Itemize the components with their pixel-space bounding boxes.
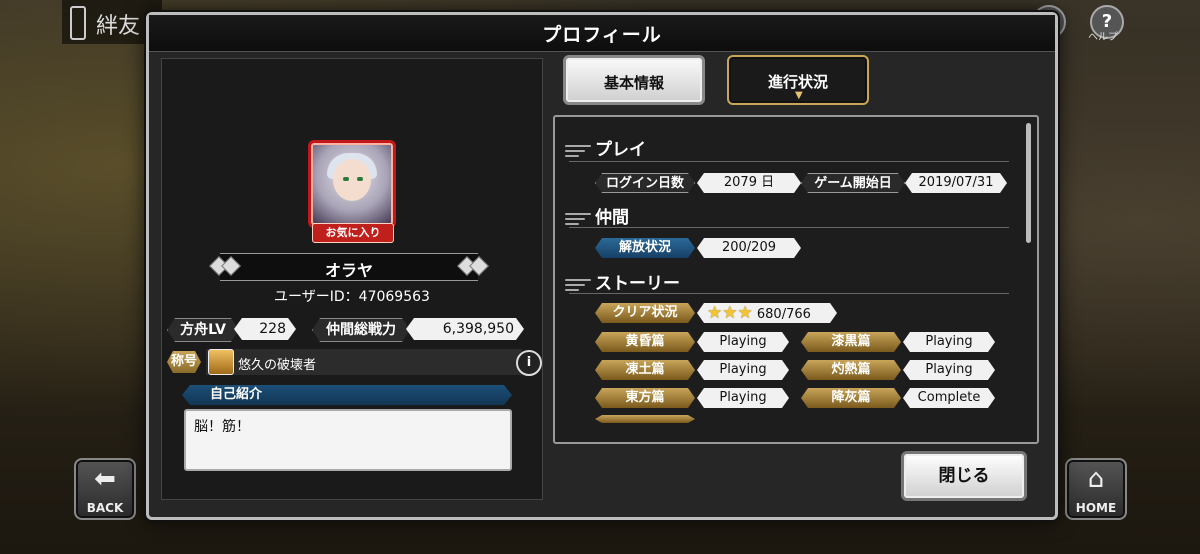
tab-progress[interactable]: 進行状況 ▼ <box>727 55 869 105</box>
modal-title: プロフィール <box>542 24 662 46</box>
intro-header: 自己紹介 <box>182 385 512 405</box>
divider <box>569 161 1009 162</box>
scrollbar[interactable] <box>1026 123 1031 243</box>
section-story-heading: ストーリー <box>595 274 680 294</box>
title-label: 称号 <box>167 351 201 373</box>
chapter-status: Playing <box>903 360 995 380</box>
ark-lv-value: 228 <box>234 318 296 340</box>
back-button[interactable]: ⬅ BACK <box>74 458 136 520</box>
start-date-value: 2019/07/31 <box>905 173 1007 193</box>
avatar-eye <box>357 177 363 181</box>
divider <box>569 293 1009 294</box>
info-button[interactable]: i <box>516 350 542 376</box>
help-label: ヘルプ <box>1088 32 1118 43</box>
chapter-status: Complete <box>903 388 995 408</box>
home-button[interactable]: ⌂ HOME <box>1065 458 1127 520</box>
intro-text: 脳！筋！ <box>184 409 512 471</box>
chapter-status: Playing <box>903 332 995 352</box>
chapter-name: 東方篇 <box>595 388 695 408</box>
ark-lv-label: 方舟LV <box>167 318 239 342</box>
modal-header: プロフィール <box>149 15 1055 52</box>
profile-modal: プロフィール お気に入り オラヤ ユーザーID：47069563 方舟LV 22… <box>146 12 1058 520</box>
title-value: 悠久の破壊者 <box>238 358 317 373</box>
avatar[interactable] <box>308 140 396 228</box>
avatar-eye <box>343 177 349 181</box>
back-label: BACK <box>86 501 124 515</box>
trophy-icon <box>208 349 234 375</box>
section-play-heading: プレイ <box>595 140 646 160</box>
star-icon: ★ <box>737 303 753 323</box>
chapter-name-partial <box>595 415 695 423</box>
house-icon: ⌂ <box>1087 464 1105 494</box>
clear-value-box: ★★★ 680/766 <box>697 303 837 323</box>
name-bar: オラヤ <box>209 253 489 281</box>
star-icon: ★ <box>722 303 738 323</box>
clear-label: クリア状況 <box>595 303 695 323</box>
arrow-left-icon: ⬅ <box>94 464 116 494</box>
section-companions-heading: 仲間 <box>595 208 629 228</box>
tab-basic-info[interactable]: 基本情報 <box>563 55 705 105</box>
favorite-badge: お気に入り <box>312 223 394 243</box>
home-label: HOME <box>1075 501 1117 515</box>
unlock-label: 解放状況 <box>595 238 695 258</box>
clear-value: 680/766 <box>756 307 811 322</box>
progress-panel[interactable]: プレイ ログイン日数 2079 日 ゲーム開始日 2019/07/31 仲間 解… <box>553 115 1039 444</box>
wing-icon <box>565 145 593 161</box>
chapter-name: 降灰篇 <box>801 388 901 408</box>
profile-card: お気に入り オラヤ ユーザーID：47069563 方舟LV 228 仲間総戦力… <box>161 58 543 500</box>
chapter-name: 凍土篇 <box>595 360 695 380</box>
chapter-name: 灼熱篇 <box>801 360 901 380</box>
login-days-label: ログイン日数 <box>595 173 695 193</box>
player-name: オラヤ <box>324 261 373 280</box>
bookmark-icon <box>70 6 86 40</box>
start-date-label: ゲーム開始日 <box>801 173 905 193</box>
unlock-value: 200/209 <box>697 238 801 258</box>
divider <box>569 227 1009 228</box>
chapter-name: 漆黒篇 <box>801 332 901 352</box>
top-left-title: 絆友 <box>96 14 141 39</box>
tab-progress-label: 進行状況 <box>767 73 828 91</box>
star-icon: ★ <box>707 303 723 323</box>
chapter-status: Playing <box>697 332 789 352</box>
login-days-value: 2079 日 <box>697 173 801 193</box>
avatar-face <box>333 159 371 201</box>
chapter-status: Playing <box>697 388 789 408</box>
user-id: ユーザーID：47069563 <box>274 289 430 305</box>
chapter-status: Playing <box>697 360 789 380</box>
close-button[interactable]: 閉じる <box>901 451 1027 501</box>
chapter-name: 黄昏篇 <box>595 332 695 352</box>
total-power-label: 仲間総戦力 <box>312 318 410 342</box>
total-power-value: 6,398,950 <box>406 318 524 340</box>
chevron-down-icon: ▼ <box>795 90 803 101</box>
